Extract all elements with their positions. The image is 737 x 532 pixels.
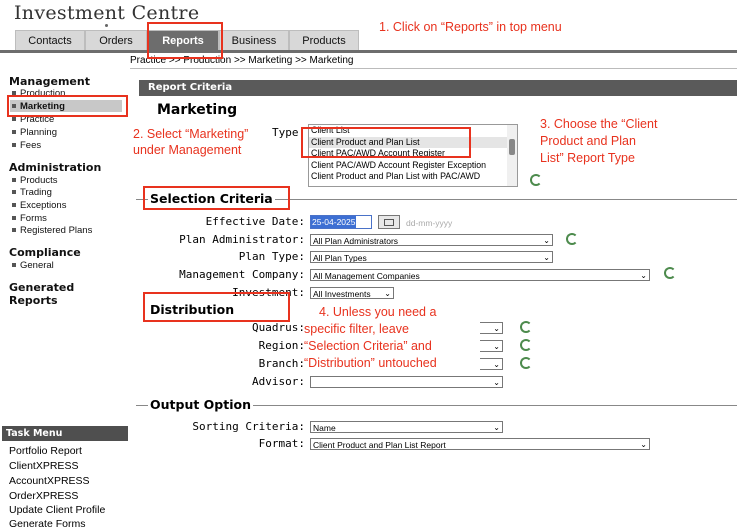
date-format-hint: dd-mm-yyyy	[406, 218, 453, 228]
refresh-icon[interactable]	[520, 321, 532, 333]
task-portfolio-report[interactable]: Portfolio Report	[9, 445, 82, 457]
annotation-step1: 1. Click on “Reports” in top menu	[379, 20, 562, 34]
task-update-client-profile[interactable]: Update Client Profile	[9, 504, 105, 516]
tab-business[interactable]: Business	[219, 30, 289, 50]
sidebar-heading-compliance: Compliance	[9, 246, 81, 259]
tab-contacts[interactable]: Contacts	[15, 30, 85, 50]
annotation-step3-line1: 3. Choose the “Client	[540, 117, 658, 131]
sorting-criteria-select[interactable]: Name ⌄	[310, 421, 503, 433]
annotation-step4-line1: 4. Unless you need a	[319, 305, 437, 319]
advisor-label: Advisor:	[252, 375, 305, 388]
listbox-scrollbar[interactable]	[507, 125, 517, 186]
sidebar-item-registered-plans[interactable]: Registered Plans	[12, 225, 92, 236]
refresh-icon[interactable]	[520, 339, 532, 351]
sorting-criteria-label: Sorting Criteria:	[192, 420, 305, 433]
annotation-step4-line4: “Distribution” untouched	[304, 356, 437, 370]
chevron-down-icon: ⌄	[493, 342, 500, 351]
task-menu-header: Task Menu	[2, 426, 128, 441]
sidebar-item-trading[interactable]: Trading	[12, 187, 52, 198]
highlight-box-distribution	[143, 292, 290, 322]
region-label: Region:	[258, 339, 305, 352]
sidebar-item-fees[interactable]: Fees	[12, 140, 41, 151]
report-criteria-header: Report Criteria	[139, 80, 737, 96]
tab-orders[interactable]: Orders	[85, 30, 147, 50]
highlight-box-report-type	[301, 127, 471, 158]
chevron-down-icon: ⌄	[640, 271, 647, 280]
sidebar-heading-management: Management	[9, 75, 90, 88]
effective-date-input[interactable]: 25-04-2025	[310, 215, 372, 229]
highlight-box-marketing	[7, 95, 128, 117]
refresh-icon[interactable]	[530, 174, 542, 186]
page-title: Marketing	[157, 102, 238, 118]
annotation-step4-line2: specific filter, leave	[304, 322, 409, 336]
output-option-legend: Output Option	[148, 397, 253, 412]
investment-select[interactable]: All Investments ⌄	[310, 287, 394, 299]
management-company-select[interactable]: All Management Companies ⌄	[310, 269, 650, 281]
sidebar-heading-generated-reports[interactable]: Generated Reports	[9, 281, 99, 307]
app-title: Investment Centre	[14, 2, 200, 24]
report-type-option[interactable]: Client PAC/AWD Account Register Exceptio…	[309, 160, 517, 172]
logo-dot	[105, 24, 108, 27]
format-label: Format:	[258, 437, 305, 450]
branch-label: Branch:	[258, 357, 305, 370]
plan-administrator-select[interactable]: All Plan Administrators ⌄	[310, 234, 553, 246]
chevron-down-icon: ⌄	[493, 360, 500, 369]
annotation-step3-line3: List” Report Type	[540, 151, 635, 165]
highlight-box-reports	[147, 22, 223, 59]
plan-type-label: Plan Type:	[238, 250, 305, 263]
annotation-step4-line3: “Selection Criteria” and	[304, 339, 432, 353]
sidebar-item-exceptions[interactable]: Exceptions	[12, 200, 66, 211]
annotation-step2-line2: under Management	[133, 143, 242, 157]
task-generate-forms[interactable]: Generate Forms	[9, 518, 85, 530]
tab-underline	[0, 50, 737, 53]
chevron-down-icon: ⌄	[543, 236, 550, 245]
refresh-icon[interactable]	[566, 233, 578, 245]
task-orderxpress[interactable]: OrderXPRESS	[9, 490, 78, 502]
advisor-select[interactable]: ⌄	[310, 376, 503, 388]
sidebar-heading-administration: Administration	[9, 161, 102, 174]
highlight-box-selection-criteria	[143, 186, 290, 210]
plan-administrator-label: Plan Administrator:	[179, 233, 305, 246]
annotation-step3-line2: Product and Plan	[540, 134, 636, 148]
chevron-down-icon: ⌄	[543, 253, 550, 262]
effective-date-label: Effective Date:	[205, 215, 305, 228]
sidebar-item-planning[interactable]: Planning	[12, 127, 57, 138]
task-clientxpress[interactable]: ClientXPRESS	[9, 460, 78, 472]
sidebar-item-products[interactable]: Products	[12, 175, 58, 186]
format-select[interactable]: Client Product and Plan List Report ⌄	[310, 438, 650, 450]
refresh-icon[interactable]	[664, 267, 676, 279]
management-company-label: Management Company:	[179, 268, 305, 281]
annotation-step2-line1: 2. Select “Marketing”	[133, 127, 249, 141]
task-accountxpress[interactable]: AccountXPRESS	[9, 475, 90, 487]
chevron-down-icon: ⌄	[640, 440, 647, 449]
tab-products[interactable]: Products	[289, 30, 359, 50]
report-type-option[interactable]: Client Product and Plan List with PAC/AW…	[309, 171, 517, 183]
chevron-down-icon: ⌄	[493, 324, 500, 333]
calendar-icon[interactable]	[378, 215, 400, 229]
chevron-down-icon: ⌄	[493, 423, 500, 432]
quadrus-label: Quadrus:	[252, 321, 305, 334]
type-label: Type	[272, 126, 299, 139]
plan-type-select[interactable]: All Plan Types ⌄	[310, 251, 553, 263]
chevron-down-icon: ⌄	[384, 289, 391, 298]
breadcrumb-divider	[130, 68, 737, 69]
refresh-icon[interactable]	[520, 357, 532, 369]
sidebar-item-forms[interactable]: Forms	[12, 213, 47, 224]
sidebar-item-general[interactable]: General	[12, 260, 54, 271]
chevron-down-icon: ⌄	[493, 378, 500, 387]
